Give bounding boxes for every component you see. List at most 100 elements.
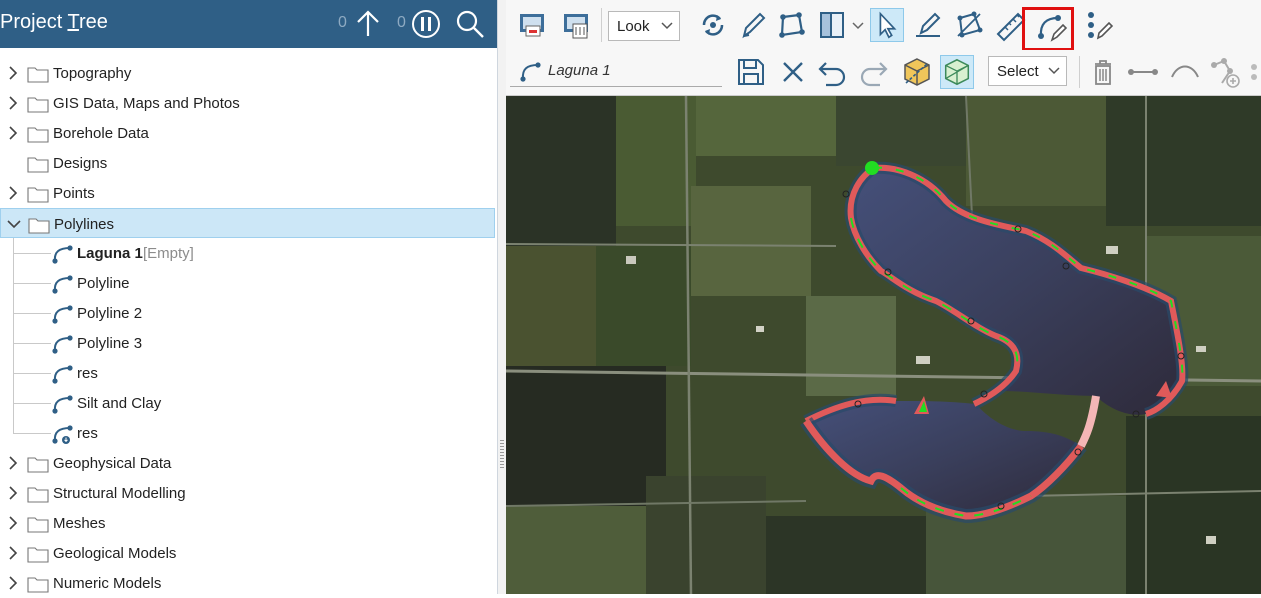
main-toolbar: Look xyxy=(506,0,1261,51)
tree-item-label: Structural Modelling xyxy=(53,485,186,502)
splitter-grip[interactable] xyxy=(500,440,504,470)
polygon-edit-icon[interactable] xyxy=(774,8,808,42)
tree-item-folder[interactable]: Polylines xyxy=(0,208,495,238)
project-tree-header: Project Tree 0 0 xyxy=(0,0,497,48)
object-name-field[interactable]: Laguna 1 xyxy=(510,56,722,87)
tree-item-polyline[interactable]: Silt and Clay xyxy=(0,388,495,418)
polyline-icon xyxy=(52,245,73,264)
polyline-icon xyxy=(52,335,73,354)
tree-guide xyxy=(13,403,51,404)
draw-pen-icon[interactable] xyxy=(736,8,770,42)
tree-item-name: Laguna 1 xyxy=(77,245,143,262)
panel-splitter[interactable] xyxy=(498,0,506,594)
chevron-right-icon[interactable] xyxy=(6,126,20,140)
tree-item-polyline[interactable]: Laguna 1 [Empty] xyxy=(0,238,495,268)
tree-item-label: res xyxy=(77,425,98,442)
tree-item-polyline[interactable]: res xyxy=(0,358,495,388)
tree-item-folder[interactable]: Borehole Data xyxy=(0,118,495,148)
cube-icon[interactable] xyxy=(900,55,934,89)
select-tool-button[interactable] xyxy=(870,8,904,42)
project-tree-title: Project Tree xyxy=(0,11,108,33)
chevron-right-icon[interactable] xyxy=(6,96,20,110)
curved-segment-icon[interactable] xyxy=(1168,55,1202,89)
object-name: Laguna 1 xyxy=(548,62,611,79)
chevron-right-icon[interactable] xyxy=(6,456,20,470)
trash-icon[interactable] xyxy=(1086,55,1120,89)
tree-item-folder[interactable]: Structural Modelling xyxy=(0,478,495,508)
delete-scene-icon[interactable] xyxy=(560,8,594,42)
tree-item-folder[interactable]: Geophysical Data xyxy=(0,448,495,478)
draw-line-icon[interactable] xyxy=(911,8,945,42)
arrow-up-icon[interactable] xyxy=(352,8,384,40)
polygon-cut-icon[interactable] xyxy=(952,8,986,42)
chevron-right-icon[interactable] xyxy=(6,546,20,560)
chevron-right-icon[interactable] xyxy=(6,186,20,200)
straight-segment-icon[interactable] xyxy=(1126,55,1160,89)
tree-guide xyxy=(13,253,51,254)
polyline-icon xyxy=(52,305,73,324)
tree-guide xyxy=(13,283,51,284)
tree-item-polyline[interactable]: res xyxy=(0,418,495,448)
folder-icon xyxy=(27,517,49,533)
tree-item-label: Polyline 2 xyxy=(77,305,143,322)
up-count: 0 xyxy=(338,14,347,31)
look-dropdown[interactable]: Look xyxy=(608,11,680,41)
tree-item-polyline[interactable]: Polyline 3 xyxy=(0,328,495,358)
tree-guide xyxy=(13,343,51,344)
tree-item-label: Meshes xyxy=(53,515,106,532)
tree-item-label: Laguna 1 xyxy=(77,245,143,262)
project-tree-panel: Project Tree 0 0 Topography GIS Data, Map… xyxy=(0,0,498,594)
more-tools-icon[interactable] xyxy=(1246,55,1261,89)
tree-item-folder[interactable]: Topography xyxy=(0,58,495,88)
folder-icon xyxy=(27,487,49,503)
tree-item-label: Geophysical Data xyxy=(53,455,172,472)
snap-mesh-button[interactable] xyxy=(940,55,974,89)
tree-item-polyline[interactable]: Polyline 2 xyxy=(0,298,495,328)
chevron-down-icon[interactable] xyxy=(852,22,864,30)
pause-icon[interactable] xyxy=(410,8,442,40)
tree-item-folder[interactable]: Points xyxy=(0,178,495,208)
redo-icon[interactable] xyxy=(856,55,890,89)
separator xyxy=(601,8,602,42)
empty-note: [Empty] xyxy=(143,245,194,262)
pause-count: 0 xyxy=(397,14,406,31)
undo-icon[interactable] xyxy=(816,55,850,89)
tree-item-label: Geological Models xyxy=(53,545,177,562)
search-icon[interactable] xyxy=(454,8,486,40)
save-icon[interactable] xyxy=(734,55,768,89)
chevron-right-icon[interactable] xyxy=(6,576,20,590)
folder-icon xyxy=(27,67,49,83)
tree-item-folder[interactable]: Designs xyxy=(0,148,495,178)
chevron-right-icon[interactable] xyxy=(6,486,20,500)
tree-item-polyline[interactable]: Polyline xyxy=(0,268,495,298)
tree-item-label: Polyline xyxy=(77,275,130,292)
tree-item-folder[interactable]: GIS Data, Maps and Photos xyxy=(0,88,495,118)
tree-item-label: Numeric Models xyxy=(53,575,162,592)
tree-item-label: Polyline 3 xyxy=(77,335,143,352)
polyline-icon xyxy=(52,395,73,414)
select-dropdown[interactable]: Select xyxy=(988,56,1067,86)
points-edit-icon[interactable] xyxy=(1082,8,1116,42)
tree-guide xyxy=(13,433,51,434)
tree-item-folder[interactable]: Meshes xyxy=(0,508,495,538)
folder-icon xyxy=(28,218,50,234)
close-icon[interactable] xyxy=(776,55,810,89)
mesh-snap-icon xyxy=(944,58,970,86)
scene-view[interactable] xyxy=(506,96,1261,594)
chevron-right-icon[interactable] xyxy=(6,66,20,80)
tree-item-label: Borehole Data xyxy=(53,125,149,142)
tree-item-label: Designs xyxy=(53,155,108,172)
tree-item-label: GIS Data, Maps and Photos xyxy=(53,95,240,112)
add-point-icon[interactable] xyxy=(1208,55,1242,89)
folder-icon xyxy=(27,127,49,143)
rotate-view-icon[interactable] xyxy=(696,8,730,42)
folder-icon xyxy=(27,577,49,593)
slice-icon[interactable] xyxy=(816,8,850,42)
new-scene-icon[interactable] xyxy=(516,8,550,42)
folder-icon xyxy=(27,97,49,113)
tree-item-folder[interactable]: Geological Models xyxy=(0,538,495,568)
chevron-down-icon[interactable] xyxy=(7,217,21,231)
tree-item-label: res xyxy=(77,365,98,382)
cursor-icon xyxy=(879,11,897,39)
chevron-right-icon[interactable] xyxy=(6,516,20,530)
